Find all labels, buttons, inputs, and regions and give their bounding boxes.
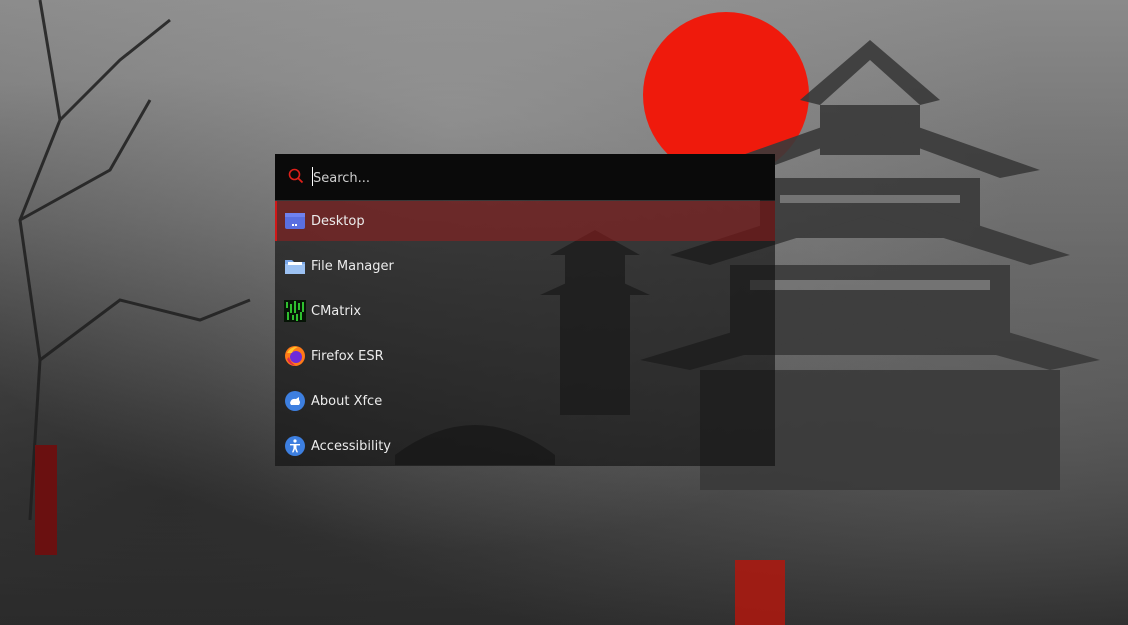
text-cursor [312, 167, 313, 186]
launcher-item-label: Accessibility [311, 438, 391, 454]
launcher-item-label: File Manager [311, 258, 394, 274]
red-banner [735, 560, 785, 625]
launcher-item-cmatrix[interactable]: CMatrix [275, 291, 775, 331]
search-input[interactable] [311, 164, 765, 192]
bare-tree [18, 0, 251, 520]
launcher-item-label: About Xfce [311, 393, 383, 409]
desktop-icon [284, 210, 306, 232]
search-icon [288, 168, 304, 184]
launcher-item-firefox-esr[interactable]: Firefox ESR [275, 336, 775, 376]
launcher-item-label: CMatrix [311, 303, 362, 319]
launcher-item-file-manager[interactable]: File Manager [275, 246, 775, 286]
cmatrix-icon [284, 300, 306, 322]
launcher-item-desktop[interactable]: Desktop [275, 201, 775, 241]
launcher-item-label: Firefox ESR [311, 348, 384, 364]
launcher-item-accessibility[interactable]: Accessibility [275, 426, 775, 466]
app-launcher: Desktop File Manager [275, 154, 775, 466]
xfce-mouse-icon [284, 390, 306, 412]
launcher-item-label: Desktop [311, 213, 365, 229]
red-lantern [35, 445, 57, 555]
search-bar [275, 154, 775, 200]
launcher-item-about-xfce[interactable]: About Xfce [275, 381, 775, 421]
folder-icon [284, 255, 306, 277]
firefox-icon [284, 345, 306, 367]
accessibility-icon [284, 435, 306, 457]
